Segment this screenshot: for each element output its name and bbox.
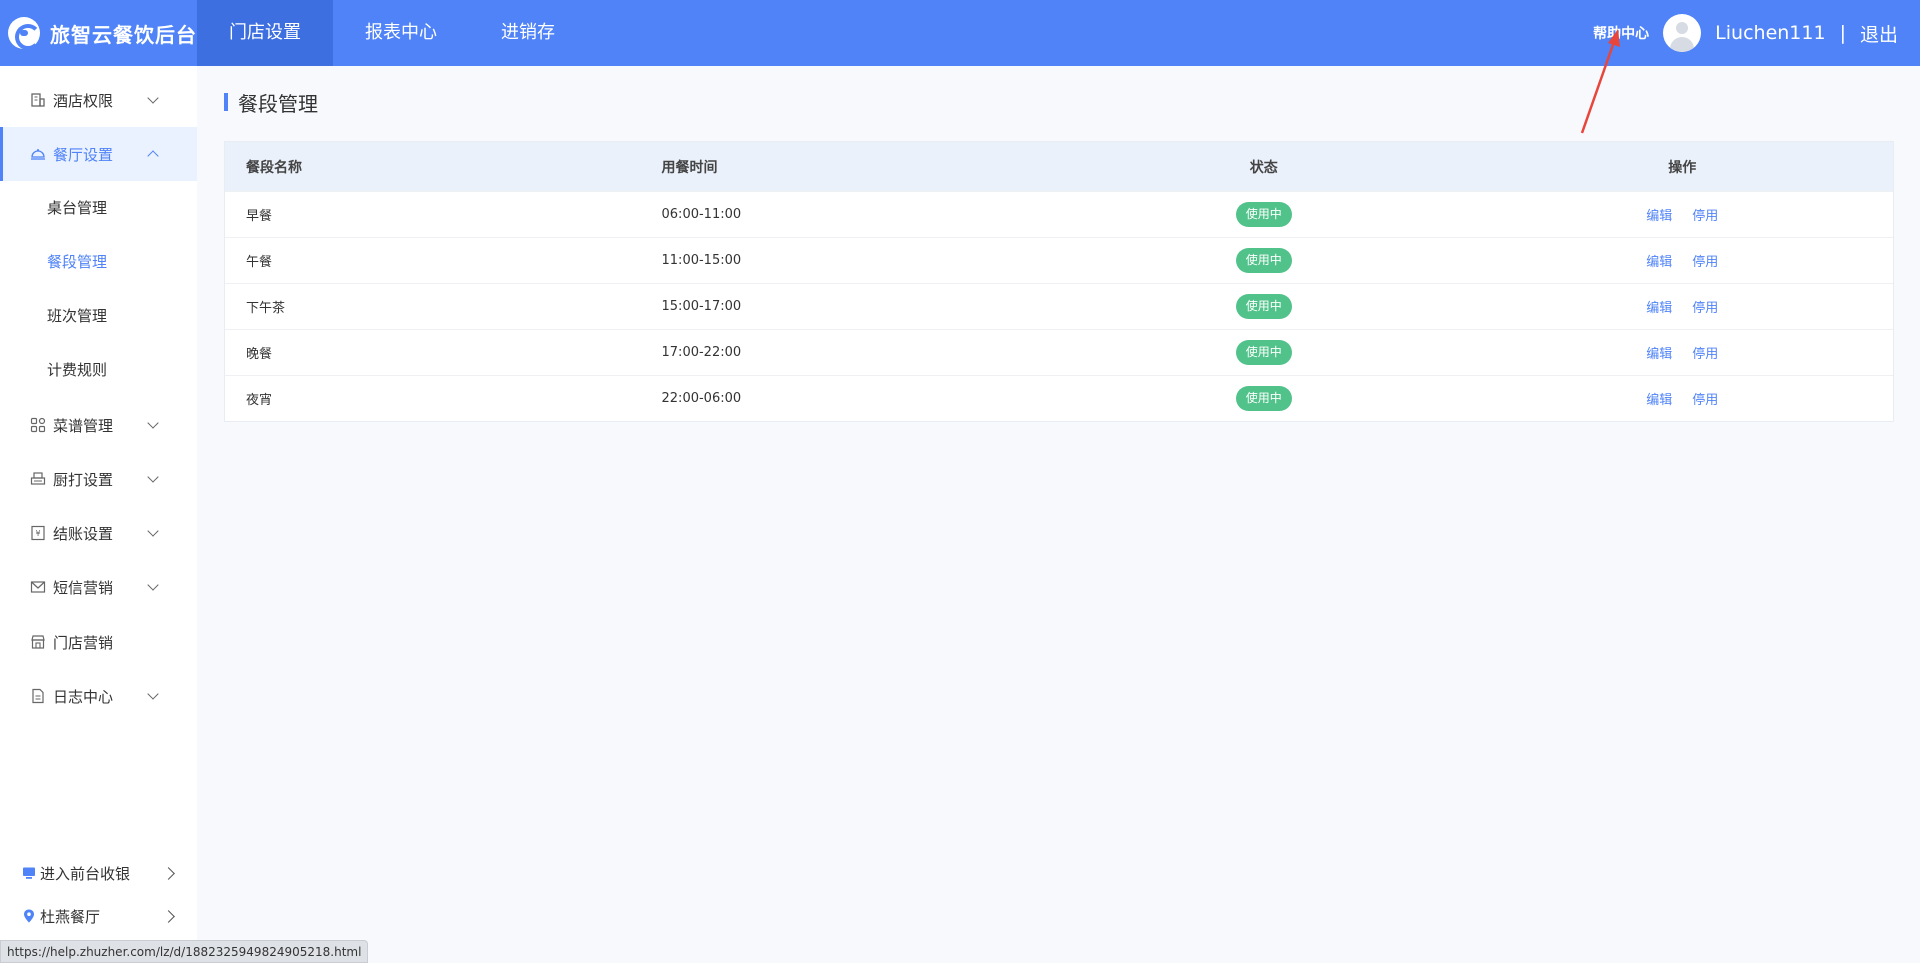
chevron-up-icon [147,150,159,162]
logout-button[interactable]: 退出 [1860,20,1898,47]
header-name: 餐段名称 [246,159,302,176]
page-title: 餐段管理 [224,92,318,116]
sidebar-item-restaurant-settings[interactable]: 餐厅设置 [0,127,197,181]
disable-link[interactable]: 停用 [1692,255,1718,270]
location-pin-icon [24,909,34,923]
table-row: 早餐 06:00-11:00 使用中 编辑 停用 [225,191,1893,237]
cell-name: 早餐 [246,209,273,224]
svg-text:¥: ¥ [35,529,40,538]
cell-name: 下午茶 [246,301,286,316]
meal-period-table: 餐段名称 用餐时间 状态 操作 早餐 06:00-11:00 使用中 编辑 停用 … [224,141,1894,422]
cell-name: 午餐 [246,255,273,270]
header-divider: | [1839,22,1846,44]
cell-name: 夜宵 [246,393,273,408]
monitor-icon [23,867,35,879]
sidebar-item-menu-management[interactable]: 菜谱管理 [0,398,197,452]
sidebar-item-label: 厨打设置 [53,470,114,489]
top-nav: 门店设置 报表中心 进销存 [197,0,587,66]
cell-time: 06:00-11:00 [661,207,742,222]
status-badge: 使用中 [1235,248,1292,273]
cell-name: 晚餐 [246,347,273,362]
brand-logo-icon [8,17,41,50]
enter-front-cashier[interactable]: 进入前台收银 [0,853,197,893]
sidebar-item-label: 短信营销 [53,578,114,597]
top-nav-report-center[interactable]: 报表中心 [333,0,469,66]
sidebar-item-kitchen-print-settings[interactable]: 厨打设置 [0,452,197,506]
building-icon [31,93,45,107]
table-row: 下午茶 15:00-17:00 使用中 编辑 停用 [225,283,1893,329]
cell-time: 15:00-17:00 [661,299,742,314]
sidebar-item-sms-marketing[interactable]: 短信营销 [0,560,197,614]
disable-link[interactable]: 停用 [1692,393,1718,408]
sidebar-item-label: 菜谱管理 [53,416,114,435]
header-actions: 操作 [1668,159,1697,176]
edit-link[interactable]: 编辑 [1646,301,1672,316]
sidebar-item-label: 门店营销 [53,633,114,652]
annotation-arrow-icon [1580,29,1620,134]
sidebar-item-label: 餐厅设置 [53,145,114,164]
cell-time: 17:00-22:00 [661,345,742,360]
status-badge: 使用中 [1235,386,1292,411]
chevron-right-icon [162,909,175,923]
table-header: 餐段名称 用餐时间 状态 操作 [225,142,1893,191]
chevron-right-icon [162,866,175,880]
cell-time: 11:00-15:00 [661,253,742,268]
sidebar-subitem-table-management[interactable]: 桌台管理 [0,181,197,235]
sidebar-subitem-billing-rules[interactable]: 计费规则 [0,343,197,397]
user-area: 帮助中心 Liuchen111 | 退出 [1593,0,1898,66]
header-time: 用餐时间 [661,159,718,176]
sidebar-item-label: 结账设置 [53,524,114,543]
chevron-down-icon [147,579,159,591]
sidebar-subitem-meal-period-management[interactable]: 餐段管理 [0,235,197,289]
table-row: 午餐 11:00-15:00 使用中 编辑 停用 [225,237,1893,283]
edit-link[interactable]: 编辑 [1646,209,1672,224]
grid-icon [30,417,46,433]
top-nav-store-settings[interactable]: 门店设置 [197,0,333,66]
sidebar-item-checkout-settings[interactable]: ¥ 结账设置 [0,506,197,560]
sidebar-item-log-center[interactable]: 日志中心 [0,669,197,723]
brand[interactable]: 旅智云餐饮后台 [8,0,197,66]
username: Liuchen111 [1715,22,1826,44]
cloche-icon [31,149,45,160]
document-icon [32,688,44,704]
sidebar-item-label: 日志中心 [53,687,114,706]
shop-icon [31,635,45,649]
sidebar-item-label: 酒店权限 [53,91,114,110]
sidebar-subitem-shift-management[interactable]: 班次管理 [0,289,197,343]
status-badge: 使用中 [1235,294,1292,319]
bottom-item-label: 进入前台收银 [40,864,131,883]
receipt-icon: ¥ [31,525,45,541]
brand-name: 旅智云餐饮后台 [50,22,197,47]
edit-link[interactable]: 编辑 [1646,255,1672,270]
bottom-item-label: 杜燕餐厅 [40,907,101,926]
disable-link[interactable]: 停用 [1692,301,1718,316]
page-title-text: 餐段管理 [238,91,318,116]
header-status: 状态 [1249,159,1278,176]
mail-icon [30,581,46,593]
status-badge: 使用中 [1235,202,1292,227]
chevron-down-icon [147,688,159,700]
sidebar-item-hotel-permissions[interactable]: 酒店权限 [0,73,197,127]
table-row: 晚餐 17:00-22:00 使用中 编辑 停用 [225,329,1893,375]
printer-icon [30,472,46,485]
avatar[interactable] [1663,14,1702,52]
chevron-down-icon [147,417,159,429]
top-nav-inventory[interactable]: 进销存 [469,0,587,66]
disable-link[interactable]: 停用 [1692,209,1718,224]
status-url: https://help.zhuzher.com/lz/d/1882325949… [0,940,369,963]
chevron-down-icon [147,525,159,537]
sidebar-item-store-marketing[interactable]: 门店营销 [0,615,197,669]
status-badge: 使用中 [1235,340,1292,365]
table-row: 夜宵 22:00-06:00 使用中 编辑 停用 [225,375,1893,421]
top-bar: 旅智云餐饮后台 门店设置 报表中心 进销存 帮助中心 Liuchen111 | … [0,0,1920,66]
cell-time: 22:00-06:00 [661,391,742,406]
edit-link[interactable]: 编辑 [1646,393,1672,408]
sidebar: 酒店权限 餐厅设置 桌台管理 餐段管理 班次管理 计费规则 菜谱管理 厨打设置 … [0,66,197,963]
disable-link[interactable]: 停用 [1692,347,1718,362]
edit-link[interactable]: 编辑 [1646,347,1672,362]
chevron-down-icon [147,92,159,104]
current-restaurant[interactable]: 杜燕餐厅 [0,896,197,936]
title-accent-bar [224,93,228,111]
chevron-down-icon [147,471,159,483]
